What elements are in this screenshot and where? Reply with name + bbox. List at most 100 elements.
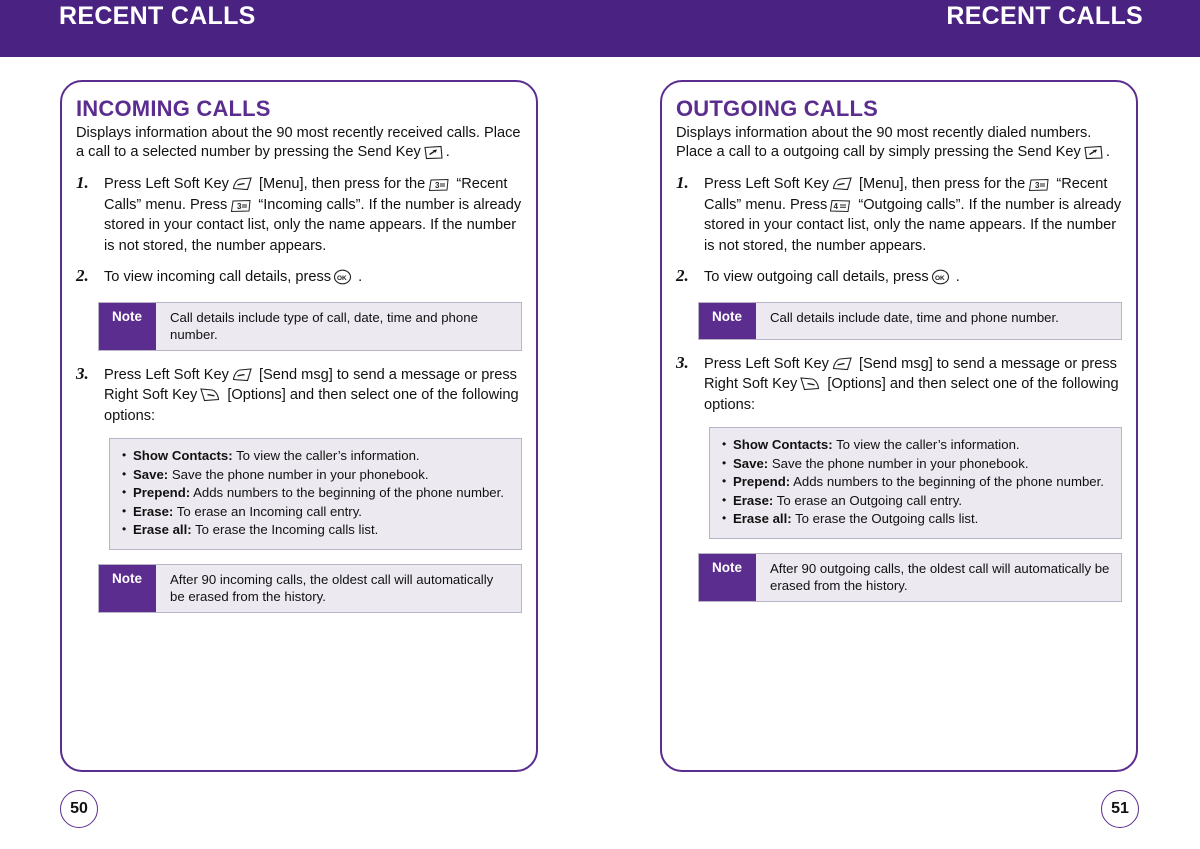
step-2-number: 2. (676, 266, 689, 285)
step-1-text-b: [Menu], then press for the (858, 176, 1026, 192)
note-box-top: Note Call details include date, time and… (698, 301, 1122, 340)
number-key-icon-3: 3 (1027, 178, 1050, 192)
option-desc: Save the phone number in your phonebook. (171, 466, 429, 482)
page-title: OUTGOING CALLS (676, 96, 879, 121)
number-key-icon-3: 3 (427, 178, 450, 192)
step-3: 3. Press Left Soft Key [Send msg] to sen… (676, 352, 1122, 416)
list-item: Show Contacts: To view the caller’s info… (722, 435, 1109, 455)
option-label: Show Contacts: (733, 437, 833, 452)
option-label: Erase: (733, 492, 774, 508)
ok-key-icon: OK (333, 269, 352, 285)
step-1-number: 1. (676, 173, 689, 192)
note-badge: Note (99, 302, 156, 350)
svg-text:3: 3 (1035, 181, 1040, 190)
step-3-number: 3. (76, 363, 89, 383)
number-key-icon-submenu: 4 (829, 199, 852, 213)
steps-list: 1. Press Left Soft Key [Menu], then pres… (676, 173, 1122, 602)
option-label: Erase all: (733, 511, 792, 526)
step-1: 1. Press Left Soft Key [Menu], then pres… (676, 173, 1122, 256)
option-desc: Save the phone number in your phonebook. (771, 455, 1029, 471)
left-soft-key-icon (231, 367, 253, 383)
step-3-text-a: Press Left Soft Key (704, 355, 829, 372)
intro-paragraph: Displays information about the 90 most r… (76, 124, 522, 162)
option-desc: To erase the Outgoing calls list. (795, 511, 979, 526)
option-label: Save: (733, 455, 769, 471)
list-item: Save: Save the phone number in your phon… (722, 454, 1109, 474)
option-desc: To erase the Incoming calls list. (195, 522, 379, 537)
intro-text-end: . (1105, 144, 1110, 160)
note-text: Call details include date, time and phon… (770, 309, 1059, 325)
right-soft-key-icon (799, 377, 821, 392)
incoming-calls-panel: INCOMING CALLS Displays information abou… (60, 80, 538, 772)
page-number-left: 50 (60, 790, 98, 828)
send-key-icon (1083, 145, 1104, 160)
step-2-text-b: . (955, 269, 960, 285)
option-label: Save: (133, 466, 169, 482)
step-2-number: 2. (76, 266, 89, 285)
step-2: 2. To view incoming call details, press O… (76, 266, 522, 288)
note-text: After 90 incoming calls, the oldest call… (170, 571, 494, 605)
intro-text: Displays information about the 90 most r… (76, 125, 521, 160)
list-item: Erase all: To erase the Outgoing calls l… (722, 509, 1109, 529)
step-3: 3. Press Left Soft Key [Send msg] to sen… (76, 363, 522, 427)
option-desc: To erase an Incoming call entry. (176, 503, 362, 519)
option-desc: To view the caller’s information. (236, 448, 420, 463)
note-box-top: Note Call details include type of call, … (98, 301, 522, 351)
option-label: Erase all: (133, 522, 192, 537)
step-1-text-a: Press Left Soft Key (104, 176, 229, 192)
list-item: Save: Save the phone number in your phon… (122, 465, 509, 485)
note-badge: Note (99, 564, 156, 612)
header-title-right: RECENT CALLS (946, 2, 1143, 30)
step-2-text-a: To view outgoing call details, press (704, 269, 929, 285)
list-item: Prepend: Adds numbers to the beginning o… (722, 472, 1109, 492)
option-desc: Adds numbers to the beginning of the pho… (193, 485, 504, 500)
options-list: Show Contacts: To view the caller’s info… (722, 435, 1109, 529)
svg-text:OK: OK (337, 275, 347, 282)
note-text: Call details include type of call, date,… (170, 309, 478, 343)
option-label: Prepend: (133, 485, 191, 500)
step-3-number: 3. (676, 352, 689, 372)
page-number-right: 51 (1101, 790, 1139, 828)
option-desc: Adds numbers to the beginning of the pho… (793, 474, 1104, 489)
outgoing-calls-panel: OUTGOING CALLS Displays information abou… (660, 80, 1138, 772)
note-text: After 90 outgoing calls, the oldest call… (770, 560, 1110, 594)
options-box: Show Contacts: To view the caller’s info… (109, 438, 522, 550)
intro-paragraph: Displays information about the 90 most r… (676, 124, 1122, 162)
note-badge: Note (699, 302, 756, 339)
left-soft-key-icon (831, 177, 853, 192)
step-2-text-b: . (358, 269, 363, 285)
header-title-left: RECENT CALLS (59, 2, 256, 30)
list-item: Erase all: To erase the Incoming calls l… (122, 520, 509, 540)
options-box: Show Contacts: To view the caller’s info… (709, 427, 1122, 539)
list-item: Erase: To erase an Incoming call entry. (122, 502, 509, 522)
list-item: Show Contacts: To view the caller’s info… (122, 446, 509, 466)
step-2: 2. To view outgoing call details, press O… (676, 266, 1122, 288)
note-box-bottom: Note After 90 outgoing calls, the oldest… (698, 552, 1122, 602)
option-desc: To erase an Outgoing call entry. (776, 492, 962, 508)
step-1-number: 1. (76, 173, 89, 192)
note-badge: Note (699, 553, 756, 601)
svg-text:4: 4 (834, 202, 839, 211)
page-title: INCOMING CALLS (76, 96, 271, 121)
options-list: Show Contacts: To view the caller’s info… (122, 446, 509, 540)
step-1: 1. Press Left Soft Key [Menu], then pres… (76, 173, 522, 256)
right-soft-key-icon (199, 388, 221, 403)
svg-text:3: 3 (237, 202, 242, 211)
option-label: Prepend: (733, 474, 791, 489)
option-label: Erase: (133, 503, 174, 519)
option-desc: To view the caller’s information. (836, 437, 1020, 452)
send-key-icon (423, 145, 444, 160)
step-3-text-a: Press Left Soft Key (104, 366, 229, 383)
step-2-text-a: To view incoming call details, press (104, 269, 332, 285)
svg-text:OK: OK (935, 275, 945, 282)
note-box-bottom: Note After 90 incoming calls, the oldest… (98, 563, 522, 613)
intro-text-end: . (445, 144, 450, 160)
number-key-icon-submenu: 3 (229, 199, 252, 213)
svg-text:3: 3 (435, 181, 440, 190)
list-item: Prepend: Adds numbers to the beginning o… (122, 483, 509, 503)
step-1-text-b: [Menu], then press for the (258, 176, 426, 192)
intro-text: Displays information about the 90 most r… (676, 125, 1092, 160)
left-soft-key-icon (831, 356, 853, 372)
list-item: Erase: To erase an Outgoing call entry. (722, 491, 1109, 511)
step-1-text-a: Press Left Soft Key (704, 176, 829, 192)
